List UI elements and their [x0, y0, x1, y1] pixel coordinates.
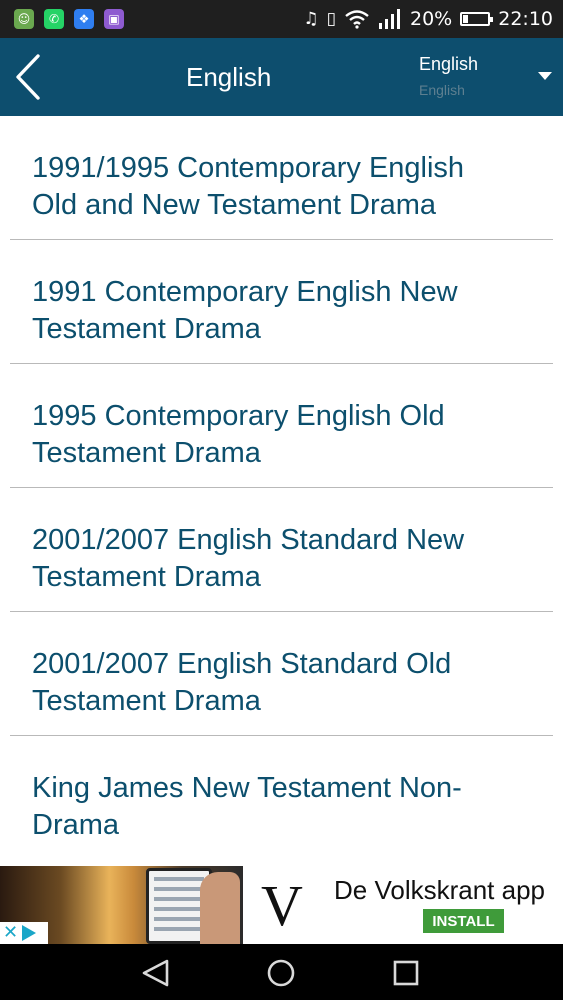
list-item[interactable]: 2001/2007 English Standard Old Testament…: [10, 612, 553, 736]
list-item-label: 2001/2007 English Standard New Testament…: [32, 524, 465, 593]
ad-banner[interactable]: ✕ V De Volkskrant app INSTALL: [0, 866, 563, 944]
language-dropdown[interactable]: English English: [410, 46, 563, 108]
language-selected: English: [419, 54, 479, 74]
language-option-behind: English: [419, 82, 465, 98]
recording-list: 1991/1995 Contemporary English Old and N…: [0, 116, 563, 866]
wifi-icon: [345, 10, 369, 29]
list-item-label: King James New Testament Non-Drama: [32, 772, 462, 841]
nav-recents-icon[interactable]: [389, 956, 423, 990]
page-title: English: [186, 62, 272, 92]
headphones-icon: ♫: [303, 9, 319, 29]
vibrate-icon: ▯: [326, 9, 336, 29]
status-bar: ☺ ✆ ❖ ▣ ♫ ▯ 20% 22:10: [0, 0, 563, 38]
list-item-label: 1991/1995 Contemporary English Old and N…: [32, 152, 465, 221]
app-notification-icon: ☺: [14, 9, 34, 29]
list-item[interactable]: 1991 Contemporary English New Testament …: [10, 240, 553, 364]
signal-icon: [379, 9, 400, 29]
ad-choices[interactable]: ✕: [0, 922, 48, 944]
list-item-label: 1995 Contemporary English Old Testament …: [32, 400, 445, 469]
close-icon[interactable]: ✕: [3, 924, 18, 942]
notification-icons: ☺ ✆ ❖ ▣: [14, 9, 124, 29]
ad-app-name: De Volkskrant app: [334, 875, 546, 905]
ad-hand-graphic: [200, 872, 240, 944]
status-right: ♫ ▯ 20% 22:10: [303, 6, 553, 32]
dropbox-icon: ❖: [74, 9, 94, 29]
gallery-icon: ▣: [104, 9, 124, 29]
back-arrow-icon: [16, 54, 40, 100]
list-item[interactable]: King James New Testament Non-Drama: [10, 736, 553, 860]
adchoices-icon[interactable]: [22, 925, 37, 941]
clock: 22:10: [498, 8, 553, 30]
chevron-down-icon: [538, 72, 552, 80]
list-item-label: 2001/2007 English Standard Old Testament…: [32, 648, 452, 717]
navigation-bar: [0, 944, 563, 1000]
nav-home-icon[interactable]: [264, 956, 298, 990]
list-item[interactable]: 1995 Contemporary English Old Testament …: [10, 364, 553, 488]
app-bar: English English English: [0, 38, 563, 116]
whatsapp-icon: ✆: [44, 9, 64, 29]
install-button[interactable]: INSTALL: [423, 909, 504, 933]
list-item-label: 1991 Contemporary English New Testament …: [32, 276, 458, 345]
list-item[interactable]: 2001/2007 English Standard New Testament…: [10, 488, 553, 612]
ad-logo: V: [243, 866, 321, 944]
battery-percent: 20%: [410, 8, 453, 30]
back-button[interactable]: [12, 52, 48, 102]
nav-back-icon[interactable]: [139, 956, 173, 990]
battery-icon: [460, 12, 494, 26]
list-item[interactable]: 1991/1995 Contemporary English Old and N…: [10, 116, 553, 240]
